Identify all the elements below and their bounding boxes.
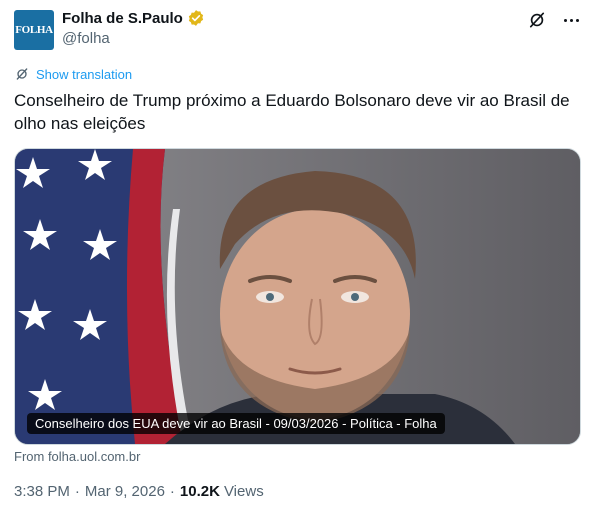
meta-separator-2: · xyxy=(169,483,175,500)
show-translation-row[interactable]: Show translation xyxy=(14,66,132,82)
card-title[interactable]: Conselheiro dos EUA deve vir ao Brasil -… xyxy=(27,413,445,434)
meta-separator: · xyxy=(74,483,80,500)
tweet-meta: 3:38 PM · Mar 9, 2026 · 10.2K Views xyxy=(14,483,264,500)
translate-icon xyxy=(16,68,28,80)
author-avatar[interactable]: FOLHA xyxy=(14,10,54,50)
tweet-time[interactable]: 3:38 PM xyxy=(14,483,70,500)
card-source[interactable]: From folha.uol.com.br xyxy=(14,449,140,464)
tweet-date[interactable]: Mar 9, 2026 xyxy=(85,483,165,500)
author-handle[interactable]: @folha xyxy=(62,30,110,47)
link-card[interactable]: Conselheiro dos EUA deve vir ao Brasil -… xyxy=(14,148,581,445)
author-name-row: Folha de S.Paulo xyxy=(62,9,205,27)
grok-icon[interactable] xyxy=(527,10,547,30)
views-label: Views xyxy=(223,483,264,500)
avatar-logo-text: FOLHA xyxy=(15,24,53,36)
tweet-top-actions xyxy=(527,10,581,30)
verified-badge-icon[interactable] xyxy=(187,9,205,27)
more-options-icon[interactable] xyxy=(561,10,581,30)
card-image[interactable] xyxy=(15,149,580,444)
tweet-text: Conselheiro de Trump próximo a Eduardo B… xyxy=(14,91,570,133)
author-display-name[interactable]: Folha de S.Paulo xyxy=(62,10,183,27)
views-count[interactable]: 10.2K xyxy=(180,483,220,500)
show-translation-link[interactable]: Show translation xyxy=(36,67,132,82)
